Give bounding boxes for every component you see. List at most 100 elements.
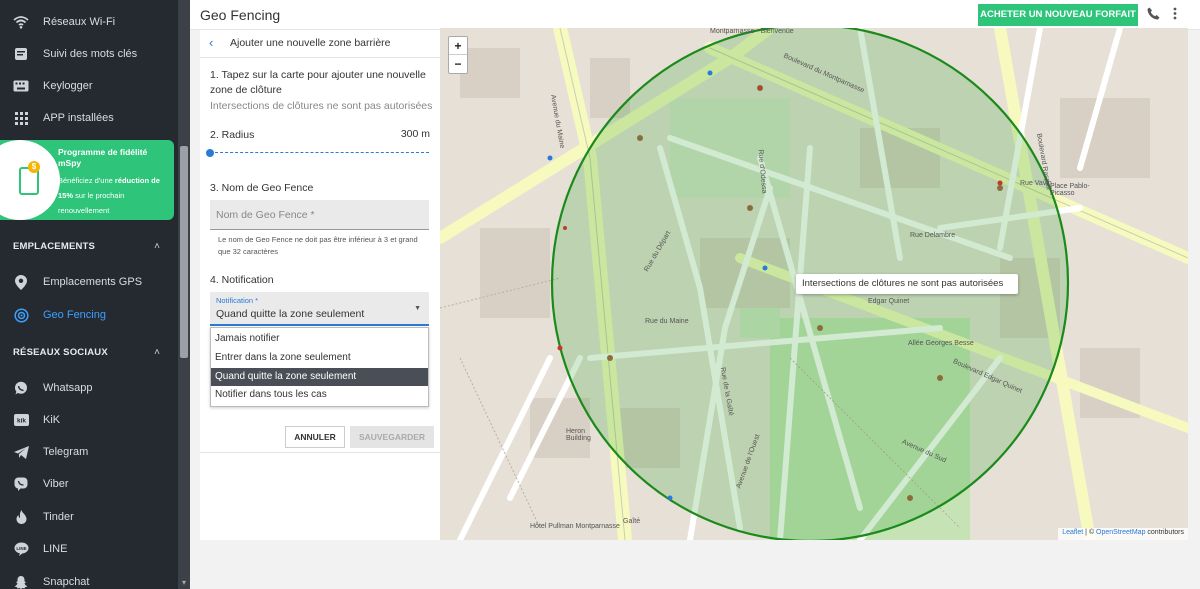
leaflet-link[interactable]: Leaflet — [1062, 529, 1083, 536]
sidebar-item-keywords[interactable]: Suivi des mots clés — [0, 38, 178, 70]
sidebar-item-line[interactable]: LINE LINE — [0, 533, 178, 565]
step-3-label: 3. Nom de Geo Fence — [210, 182, 314, 194]
sidebar-item-label: Réseaux Wi-Fi — [43, 16, 116, 28]
map-label: Rue Delambre — [910, 232, 956, 239]
coin-icon: $ — [28, 161, 40, 173]
sidebar-item-tinder[interactable]: Tinder — [0, 501, 178, 533]
map-label: Edgar Quinet — [868, 298, 910, 305]
notification-option[interactable]: Jamais notifier — [211, 330, 428, 348]
chevron-left-icon[interactable]: ‹ — [209, 35, 213, 50]
phone-icon[interactable] — [1145, 7, 1161, 23]
scroll-down-arrow-icon[interactable]: ▾ — [180, 579, 188, 587]
more-vert-icon[interactable] — [1169, 7, 1181, 23]
sidebar-item-apps[interactable]: APP installées — [0, 102, 178, 134]
sidebar-item-geofencing[interactable]: Geo Fencing — [0, 299, 178, 331]
geofence-form-panel: ‹ Ajouter une nouvelle zone barrière 1. … — [200, 30, 440, 540]
keyboard-icon — [6, 76, 36, 96]
map-view[interactable]: Montparnasse - Bienvenüe Boulevard du Mo… — [440, 28, 1188, 540]
notification-select[interactable]: Notification * Quand quitte la zone seul… — [210, 292, 429, 326]
radius-slider-handle[interactable] — [206, 149, 214, 157]
wifi-icon — [6, 12, 36, 32]
radius-slider[interactable] — [210, 152, 429, 153]
zoom-in-button[interactable]: + — [449, 37, 467, 55]
sidebar-item-gps[interactable]: Emplacements GPS — [0, 266, 178, 298]
section-emplacements[interactable]: EMPLACEMENTS ˄ — [0, 234, 178, 258]
notification-dropdown-menu: Jamais notifier Entrer dans la zone seul… — [210, 327, 429, 407]
cancel-button[interactable]: ANNULER — [285, 426, 345, 448]
map-label: Rue Vavin — [1020, 180, 1052, 187]
name-helper-text: Le nom de Geo Fence ne doit pas être inf… — [218, 235, 418, 256]
map-label: Allée Georges Besse — [908, 340, 974, 347]
step-1-label: 1. Tapez sur la carte pour ajouter une n… — [210, 69, 426, 96]
sidebar-item-label: Tinder — [43, 511, 74, 523]
whatsapp-icon — [6, 378, 36, 398]
sidebar-item-label: Emplacements GPS — [43, 276, 143, 288]
sidebar-item-keylogger[interactable]: Keylogger — [0, 70, 178, 102]
save-button[interactable]: SAUVEGARDER — [350, 426, 434, 448]
panel-header: ‹ Ajouter une nouvelle zone barrière — [200, 30, 440, 58]
sidebar-item-viber[interactable]: Viber — [0, 468, 178, 500]
tinder-flame-icon — [6, 507, 36, 527]
map-label: Montparnasse - Bienvenüe — [710, 28, 794, 35]
scrollbar-thumb[interactable] — [180, 146, 188, 358]
promo-description: Bénéficiez d'une réduction de 15% sur le… — [58, 176, 160, 215]
dropdown-arrow-icon: ▼ — [414, 305, 421, 312]
zoom-out-button[interactable]: − — [449, 55, 467, 73]
sidebar-item-label: Whatsapp — [43, 382, 93, 394]
page-title: Geo Fencing — [200, 7, 281, 23]
map-label: Gaîté — [623, 518, 641, 525]
promo-title: Programme de fidélité mSpy — [58, 147, 148, 168]
line-icon: LINE — [6, 539, 36, 559]
radius-value: 300 m — [400, 128, 430, 140]
sidebar-item-kik[interactable]: kik KiK — [0, 404, 178, 436]
svg-text:LINE: LINE — [16, 546, 26, 551]
map-attribution: Leaflet | © OpenStreetMap contributors — [1058, 528, 1188, 540]
step-2-label: 2. Radius — [210, 129, 255, 141]
top-header: Geo Fencing ACHETER UN NOUVEAU FORFAIT — [190, 0, 1200, 30]
sidebar-item-label: KiK — [43, 414, 61, 426]
section-social[interactable]: RÉSEAUX SOCIAUX ˄ — [0, 340, 178, 364]
notification-selected-value: Quand quitte la zone seulement — [216, 308, 365, 320]
sidebar-item-label: Keylogger — [43, 80, 93, 92]
sidebar-item-label: Telegram — [43, 446, 89, 458]
sidebar-item-wifi[interactable]: Réseaux Wi-Fi — [0, 6, 178, 38]
notification-option[interactable]: Notifier dans tous les cas — [211, 386, 428, 404]
location-pin-icon — [6, 272, 36, 292]
chevron-up-icon: ˄ — [154, 346, 160, 358]
notification-option-selected[interactable]: Quand quitte la zone seulement — [211, 368, 428, 386]
sidebar-scrollbar[interactable]: ▾ — [178, 0, 190, 589]
notification-option[interactable]: Entrer dans la zone seulement — [211, 349, 428, 367]
apps-grid-icon — [6, 108, 36, 128]
map-label: Hôtel Pullman Montparnasse — [530, 523, 620, 530]
notification-field-label: Notification * — [216, 296, 259, 305]
step-4-label: 4. Notification — [210, 274, 274, 286]
map-tooltip: Intersections de clôtures ne sont pas au… — [796, 274, 1018, 294]
sidebar-item-label: APP installées — [43, 112, 114, 124]
snapchat-ghost-icon — [6, 572, 36, 589]
sidebar-item-label: Viber — [43, 478, 69, 490]
map-label: Heron Building — [566, 428, 591, 442]
sidebar-item-label: Geo Fencing — [43, 309, 106, 321]
buy-new-plan-button[interactable]: ACHETER UN NOUVEAU FORFAIT — [978, 4, 1138, 26]
geofence-name-input[interactable]: Nom de Geo Fence * — [210, 200, 429, 230]
map-label: Rue du Maine — [645, 318, 689, 325]
geofence-icon — [6, 305, 36, 325]
telegram-icon — [6, 442, 36, 462]
sidebar: Réseaux Wi-Fi Suivi des mots clés Keylog… — [0, 0, 178, 589]
loyalty-promo-banner[interactable]: $ Programme de fidélité mSpy Bénéficiez … — [0, 140, 174, 220]
sidebar-item-telegram[interactable]: Telegram — [0, 436, 178, 468]
sidebar-item-label: Suivi des mots clés — [43, 48, 138, 60]
panel-title: Ajouter une nouvelle zone barrière — [230, 37, 391, 49]
osm-link[interactable]: OpenStreetMap — [1096, 529, 1145, 536]
sidebar-item-label: LINE — [43, 543, 68, 555]
map-label: Place Pablo-Picasso — [1050, 183, 1090, 197]
svg-text:kik: kik — [16, 418, 25, 425]
chevron-up-icon: ˄ — [154, 240, 160, 252]
sidebar-item-label: Snapchat — [43, 576, 90, 588]
viber-icon — [6, 474, 36, 494]
map-zoom-control: + − — [448, 36, 468, 74]
sidebar-item-whatsapp[interactable]: Whatsapp — [0, 372, 178, 404]
step-1-hint: Intersections de clôtures ne sont pas au… — [210, 100, 433, 112]
keyword-icon — [6, 44, 36, 64]
sidebar-item-snapchat[interactable]: Snapchat — [0, 566, 178, 589]
